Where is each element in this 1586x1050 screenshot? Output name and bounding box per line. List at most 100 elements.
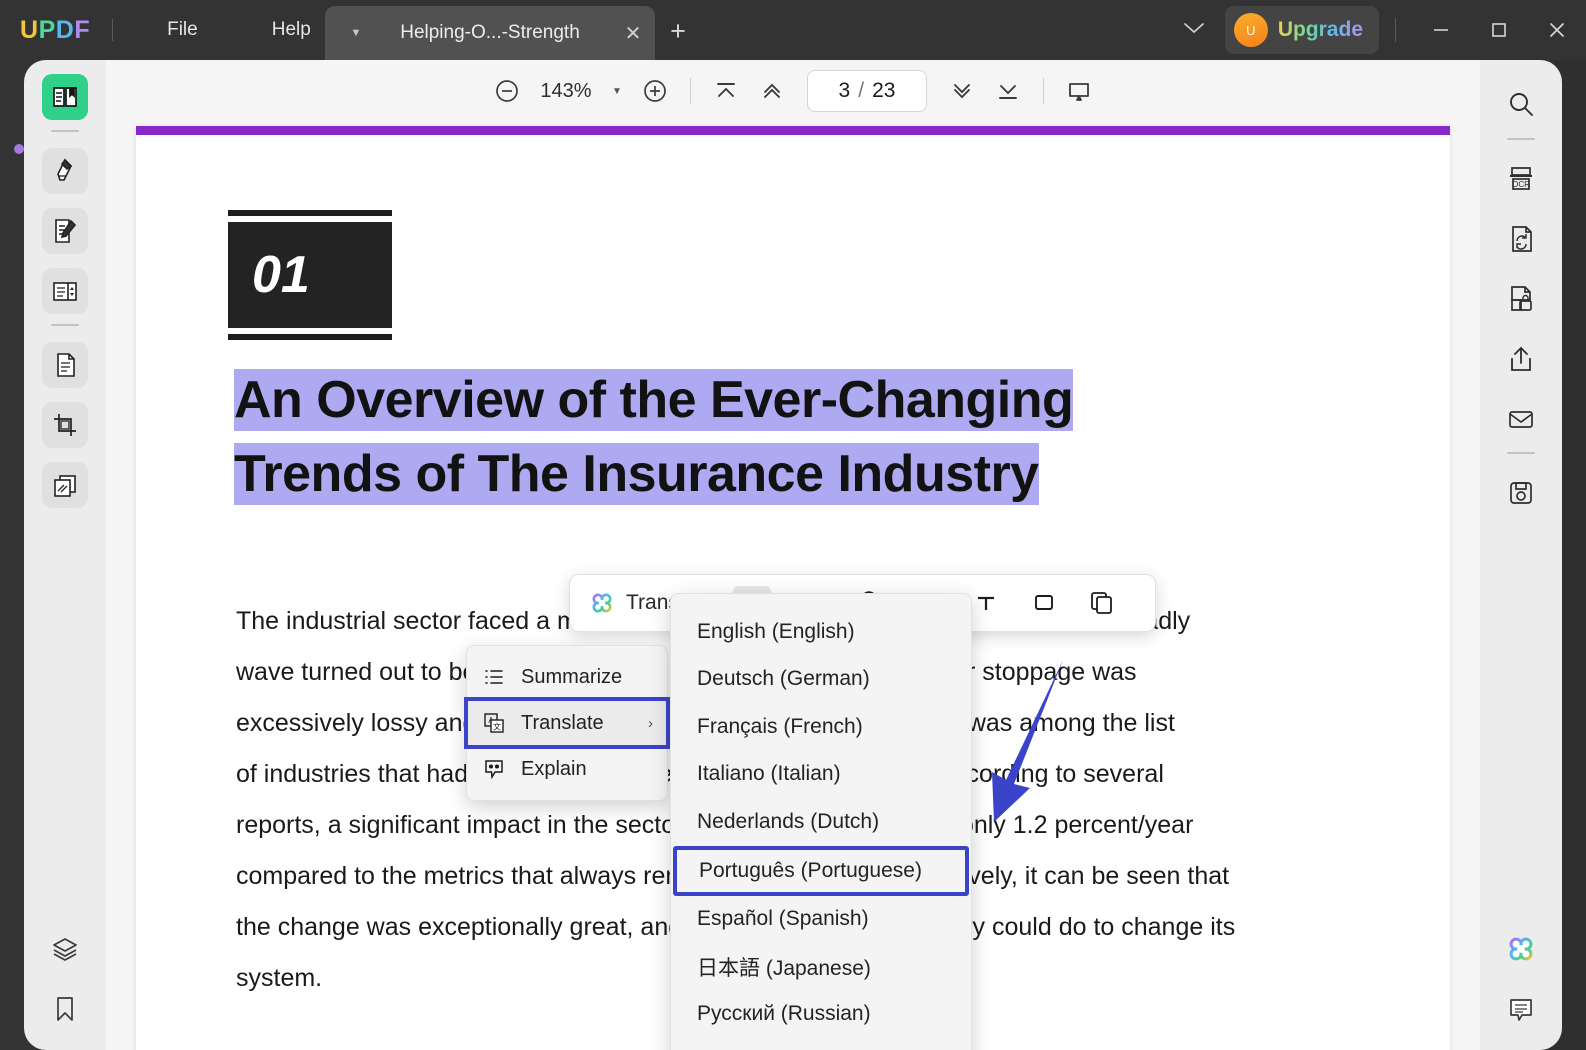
sidebar-bookmark[interactable] bbox=[42, 986, 88, 1032]
updf-application-window: U P D F File Help ▼ Helping-O...-Strengt… bbox=[0, 0, 1586, 1050]
language-option-italian[interactable]: Italiano (Italian) bbox=[671, 751, 971, 799]
maximize-icon[interactable] bbox=[1470, 0, 1528, 60]
svg-text:文: 文 bbox=[493, 722, 501, 732]
sidebar-edit[interactable] bbox=[42, 208, 88, 254]
explain-bubble-icon bbox=[481, 758, 507, 780]
status-dot bbox=[14, 144, 24, 154]
language-option-spanish[interactable]: Español (Spanish) bbox=[671, 896, 971, 944]
previous-page-icon[interactable] bbox=[749, 68, 795, 114]
context-menu-item-translate[interactable]: A 文 Translate › bbox=[464, 697, 670, 749]
document-toolbar: 143% ▼ 3 / 23 bbox=[106, 60, 1480, 122]
tab-close-icon[interactable]: ✕ bbox=[611, 21, 655, 46]
page-title: An Overview of the Ever-Changing Trends … bbox=[234, 364, 1344, 512]
left-sidebar bbox=[24, 60, 106, 1050]
right-ai-assistant[interactable] bbox=[1498, 926, 1544, 972]
current-page-value: 3 bbox=[838, 79, 851, 102]
page-number-input[interactable]: 3 / 23 bbox=[807, 70, 927, 112]
right-save[interactable] bbox=[1498, 470, 1544, 516]
sidebar-convert[interactable] bbox=[42, 342, 88, 388]
section-number-line-bottom bbox=[228, 334, 392, 340]
right-protect[interactable] bbox=[1498, 276, 1544, 322]
language-option-russian[interactable]: Русский (Russian) bbox=[671, 991, 971, 1039]
next-page-icon[interactable] bbox=[939, 68, 985, 114]
chevron-down-icon[interactable] bbox=[1171, 20, 1217, 40]
window-controls-divider bbox=[1395, 18, 1396, 42]
updf-logo: U P D F bbox=[20, 16, 90, 45]
right-divider-1 bbox=[1507, 138, 1535, 140]
sidebar-divider-2 bbox=[51, 324, 79, 326]
tab-dropdown-caret[interactable]: ▼ bbox=[343, 27, 369, 39]
zoom-level-value: 143% bbox=[540, 79, 592, 102]
presentation-mode-icon[interactable] bbox=[1056, 68, 1102, 114]
workspace: OCR 143% ▼ 3 / 23 01 An Overview of the … bbox=[0, 60, 1586, 1050]
sidebar-layers[interactable] bbox=[42, 926, 88, 972]
language-option-dutch[interactable]: Nederlands (Dutch) bbox=[671, 798, 971, 846]
first-page-icon[interactable] bbox=[703, 68, 749, 114]
title-line-2: Trends of The Insurance Industry bbox=[234, 442, 1039, 505]
translate-language-menu: English (English) Deutsch (German) Franç… bbox=[670, 593, 972, 1050]
right-email[interactable] bbox=[1498, 396, 1544, 442]
context-menu-label: Summarize bbox=[521, 665, 623, 688]
section-number-line-top bbox=[228, 210, 392, 216]
toolbar-divider-2 bbox=[1043, 78, 1044, 104]
toolbar-divider-1 bbox=[690, 78, 691, 104]
context-menu-label: Explain bbox=[521, 757, 587, 780]
sidebar-crop[interactable] bbox=[42, 402, 88, 448]
upgrade-label: Upgrade bbox=[1277, 18, 1363, 41]
copy-icon[interactable] bbox=[1073, 580, 1131, 626]
context-menu-item-explain[interactable]: Explain bbox=[467, 746, 667, 792]
sidebar-organize[interactable] bbox=[42, 268, 88, 314]
context-menu-item-summarize[interactable]: Summarize bbox=[467, 654, 667, 700]
zoom-in-icon[interactable] bbox=[632, 68, 678, 114]
language-option-english[interactable]: English (English) bbox=[671, 608, 971, 656]
sidebar-compare[interactable] bbox=[42, 462, 88, 508]
translate-icon: A 文 bbox=[481, 712, 507, 734]
right-sidebar: OCR bbox=[1480, 60, 1562, 1050]
sidebar-highlight[interactable] bbox=[42, 148, 88, 194]
svg-text:OCR: OCR bbox=[1512, 180, 1530, 189]
total-pages-value: 23 bbox=[872, 79, 896, 102]
summarize-list-icon bbox=[481, 666, 507, 688]
new-tab-button[interactable]: + bbox=[660, 14, 696, 50]
ai-clover-icon bbox=[592, 593, 612, 613]
language-option-german[interactable]: Deutsch (German) bbox=[671, 656, 971, 704]
document-tab[interactable]: ▼ Helping-O...-Strength ✕ bbox=[325, 6, 655, 60]
close-icon[interactable] bbox=[1528, 0, 1586, 60]
right-share[interactable] bbox=[1498, 336, 1544, 382]
right-ocr[interactable]: OCR bbox=[1498, 156, 1544, 202]
right-comments[interactable] bbox=[1498, 986, 1544, 1032]
page-separator: / bbox=[858, 79, 865, 102]
minimize-icon[interactable] bbox=[1412, 0, 1470, 60]
sidebar-divider-1 bbox=[51, 130, 79, 132]
logo-letter-f: F bbox=[74, 15, 91, 44]
chevron-right-icon: › bbox=[648, 714, 653, 732]
language-option-japanese[interactable]: 日本語 (Japanese) bbox=[671, 943, 971, 991]
right-convert[interactable] bbox=[1498, 216, 1544, 262]
page-accent-bar bbox=[136, 126, 1450, 135]
logo-letter-d: D bbox=[55, 15, 75, 44]
context-menu-label: Translate bbox=[521, 711, 604, 734]
last-page-icon[interactable] bbox=[985, 68, 1031, 114]
window-controls-group: U Upgrade bbox=[1171, 0, 1586, 60]
section-number: 01 bbox=[228, 222, 392, 328]
menu-help[interactable]: Help bbox=[258, 13, 325, 47]
language-option-portuguese[interactable]: Português (Portuguese) bbox=[673, 845, 969, 896]
upgrade-button[interactable]: U Upgrade bbox=[1224, 6, 1379, 54]
tab-title: Helping-O...-Strength bbox=[400, 22, 580, 43]
language-option-korean[interactable]: 한국어 (Korean) bbox=[671, 1038, 971, 1050]
sidebar-reader[interactable] bbox=[42, 74, 88, 120]
title-bar: U P D F File Help ▼ Helping-O...-Strengt… bbox=[0, 0, 1586, 60]
language-option-french[interactable]: Français (French) bbox=[671, 703, 971, 751]
zoom-dropdown-caret[interactable]: ▼ bbox=[602, 86, 632, 97]
upgrade-avatar: U bbox=[1233, 13, 1268, 47]
zoom-out-icon[interactable] bbox=[484, 68, 530, 114]
logo-letter-p: P bbox=[38, 15, 56, 44]
right-search[interactable] bbox=[1498, 82, 1544, 128]
ai-context-menu: Summarize A 文 Translate › bbox=[464, 645, 670, 801]
title-line-1: An Overview of the Ever-Changing bbox=[234, 369, 1074, 431]
titlebar-divider bbox=[112, 19, 114, 41]
menu-file[interactable]: File bbox=[153, 13, 212, 47]
logo-letter-u: U bbox=[20, 15, 39, 44]
note-format-icon[interactable] bbox=[1015, 580, 1073, 626]
section-number-block: 01 bbox=[228, 210, 392, 340]
